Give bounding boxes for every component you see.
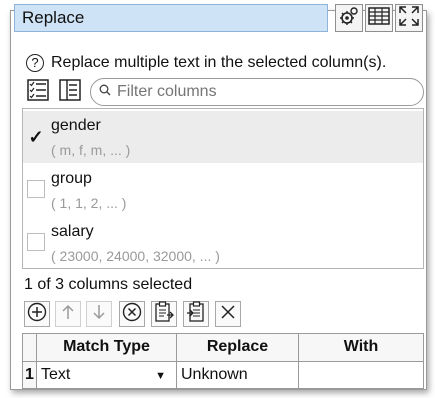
- remove-row-button[interactable]: [119, 301, 145, 327]
- match-type-value: Text: [41, 365, 71, 383]
- column-name: salary: [51, 223, 94, 240]
- table-row: 1 Text ▼ Unknown: [22, 360, 424, 389]
- expand-button[interactable]: [395, 4, 423, 32]
- grid-header-row: Match Type Replace With: [22, 333, 424, 362]
- with-cell[interactable]: [298, 360, 424, 389]
- replace-grid: Match Type Replace With 1 Text ▼ Unknown: [22, 333, 424, 389]
- import-button[interactable]: [183, 300, 209, 328]
- with-header: With: [298, 333, 424, 362]
- panel-header: Replace: [14, 4, 426, 36]
- expand-icon: [398, 5, 420, 32]
- settings-icon: [338, 5, 360, 32]
- match-type-header: Match Type: [36, 333, 177, 362]
- paste-icon: [154, 300, 174, 328]
- column-name: group: [51, 170, 92, 187]
- move-down-button[interactable]: [86, 301, 112, 327]
- column-sample-values: ( m, f, m, ... ): [51, 142, 131, 158]
- replace-header: Replace: [176, 333, 299, 362]
- column-name: gender: [51, 117, 101, 134]
- dropdown-arrow-icon[interactable]: ▼: [155, 370, 166, 382]
- move-up-button[interactable]: [55, 301, 81, 327]
- column-checkbox[interactable]: ✓: [27, 128, 45, 147]
- replace-cell[interactable]: Unknown: [176, 360, 299, 389]
- help-icon[interactable]: ?: [26, 54, 44, 72]
- column-sample-values: ( 1, 1, 2, ... ): [51, 195, 127, 211]
- column-sample-values: ( 23000, 24000, 32000, ... ): [51, 248, 220, 264]
- filter-columns-box[interactable]: [90, 78, 424, 106]
- add-icon: [27, 302, 47, 327]
- column-tool-row: [24, 78, 424, 106]
- transform-title: Replace: [14, 4, 328, 32]
- list-item[interactable]: salary ( 23000, 24000, 32000, ... ): [23, 217, 423, 268]
- selection-status: 1 of 3 columns selected: [24, 276, 193, 293]
- table-view-button[interactable]: [365, 4, 393, 32]
- import-icon: [186, 300, 206, 328]
- add-row-button[interactable]: [24, 301, 50, 327]
- list-item[interactable]: group ( 1, 1, 2, ... ): [23, 164, 423, 216]
- clear-icon: [219, 303, 237, 326]
- row-number-header: [22, 333, 37, 362]
- deselect-all-button[interactable]: [58, 78, 82, 106]
- clear-button[interactable]: [215, 301, 241, 327]
- description-text: Replace multiple text in the selected co…: [51, 54, 387, 71]
- down-arrow-icon: [90, 303, 108, 326]
- remove-icon: [122, 302, 142, 327]
- row-number: 1: [22, 360, 37, 389]
- table-icon: [368, 6, 390, 31]
- filter-columns-input[interactable]: [115, 82, 409, 102]
- search-icon: [99, 83, 111, 101]
- list-item[interactable]: ✓ gender ( m, f, m, ... ): [23, 111, 423, 163]
- description-row: ? Replace multiple text in the selected …: [26, 52, 386, 74]
- column-list: ✓ gender ( m, f, m, ... ) group ( 1, 1, …: [22, 108, 424, 269]
- checklist-icon: [27, 78, 49, 106]
- column-checkbox[interactable]: [27, 180, 45, 198]
- paste-button[interactable]: [151, 300, 177, 328]
- select-all-button[interactable]: [26, 78, 50, 106]
- up-arrow-icon: [59, 303, 77, 326]
- column-checkbox[interactable]: [27, 233, 45, 251]
- settings-button[interactable]: [335, 4, 363, 32]
- list-icon: [59, 78, 81, 106]
- match-type-cell[interactable]: Text ▼: [36, 360, 177, 389]
